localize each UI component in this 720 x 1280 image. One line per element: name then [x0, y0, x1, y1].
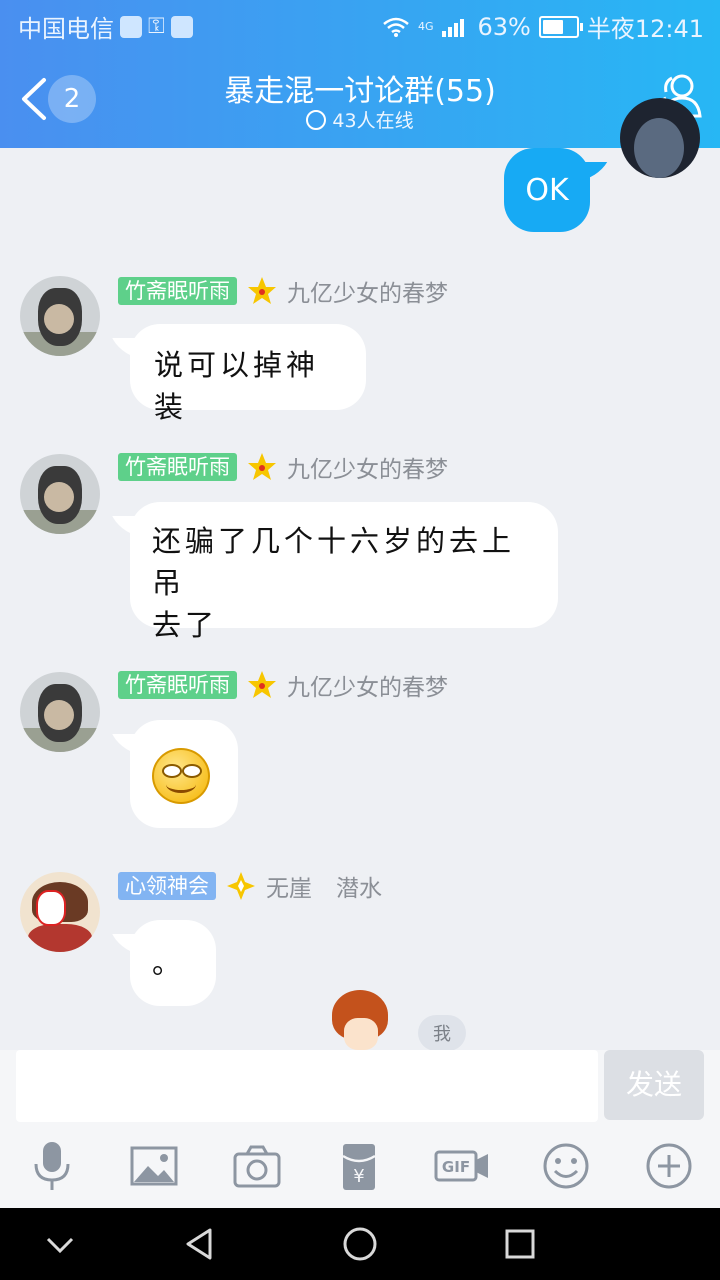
signal-icon	[442, 18, 465, 37]
member-role: 潜水	[336, 876, 382, 902]
sender-avatar[interactable]	[20, 454, 100, 534]
sender-avatar[interactable]	[20, 872, 100, 952]
online-count-label: 43人在线	[332, 110, 414, 132]
message-input[interactable]	[16, 1050, 598, 1122]
diamond-star-icon	[227, 872, 255, 900]
clock: 半夜12:41	[586, 15, 704, 43]
nav-recents-icon[interactable]	[500, 1224, 540, 1264]
status-bar: 中国电信 ⚿ 4G 63% 半夜12:41	[0, 0, 720, 50]
sender-info: 竹斋眠听雨 九亿少女的春梦	[118, 450, 448, 484]
camera-icon[interactable]	[229, 1138, 285, 1194]
battery-percent: 63%	[477, 12, 531, 41]
battery-fill	[542, 19, 563, 34]
microphone-icon[interactable]	[24, 1138, 80, 1194]
sender-avatar[interactable]	[20, 276, 100, 356]
red-packet-icon[interactable]: ¥	[331, 1138, 387, 1194]
message-text: 说可以掉神装	[154, 348, 320, 424]
member-title-tag: 竹斋眠听雨	[118, 671, 237, 699]
hide-keyboard-icon[interactable]	[40, 1224, 80, 1264]
composer: 发送 ¥ GIF	[0, 1050, 720, 1208]
star-icon	[248, 453, 276, 480]
chat-mascot-sticker[interactable]	[326, 988, 396, 1050]
key-icon: ⚿	[148, 14, 165, 39]
sender-nickname[interactable]: 无崖	[266, 869, 312, 903]
message-line: 还骗了几个十六岁的去上吊	[152, 524, 516, 600]
battery-icon	[538, 15, 583, 38]
network-type: 4G	[417, 20, 434, 33]
plus-icon[interactable]	[641, 1138, 697, 1194]
star-icon	[248, 671, 276, 698]
sender-nickname[interactable]: 九亿少女的春梦	[287, 274, 448, 308]
svg-text:¥: ¥	[353, 1166, 364, 1187]
message-bubble[interactable]: 说可以掉神装	[130, 324, 366, 424]
nav-home-icon[interactable]	[340, 1224, 380, 1264]
emoji-icon[interactable]	[538, 1138, 594, 1194]
sender-avatar[interactable]	[20, 672, 100, 752]
message-bubble[interactable]: 。	[130, 920, 216, 1006]
message-text: 。	[152, 946, 186, 980]
chevron-down-icon	[306, 110, 327, 130]
smirk-emoji-icon	[152, 748, 210, 804]
my-avatar[interactable]	[620, 98, 700, 178]
system-nav-bar	[0, 1208, 720, 1280]
message-text: OK	[525, 173, 569, 208]
online-count[interactable]: 43人在线	[0, 106, 720, 133]
svg-text:GIF: GIF	[442, 1158, 470, 1176]
member-title-tag: 竹斋眠听雨	[118, 453, 237, 481]
message-line: 去了	[152, 608, 219, 642]
sender-info: 竹斋眠听雨 九亿少女的春梦	[118, 274, 448, 308]
message-text: 还骗了几个十六岁的去上吊 去了	[130, 502, 558, 664]
notification-app-icon-2	[170, 15, 193, 38]
star-icon	[248, 277, 276, 304]
wifi-icon	[383, 17, 409, 37]
me-tag: 我	[418, 1015, 466, 1051]
message-bubble[interactable]: 还骗了几个十六岁的去上吊 去了	[130, 502, 558, 642]
gif-icon[interactable]: GIF	[434, 1138, 490, 1194]
member-title-tag: 心领神会	[118, 872, 216, 900]
nav-back-icon[interactable]	[180, 1224, 220, 1264]
group-title[interactable]: 暴走混一讨论群(55)	[0, 66, 720, 110]
sender-nickname[interactable]: 九亿少女的春梦	[287, 450, 448, 484]
notification-app-icon	[120, 15, 142, 38]
sender-nickname[interactable]: 九亿少女的春梦	[287, 668, 448, 702]
carrier-label: 中国电信	[18, 15, 114, 43]
my-message-bubble[interactable]: OK	[504, 148, 590, 232]
send-button[interactable]: 发送	[604, 1050, 704, 1120]
message-bubble[interactable]	[130, 720, 238, 828]
member-title-tag: 竹斋眠听雨	[118, 277, 237, 305]
sender-info: 心领神会 无崖 潜水	[118, 869, 382, 903]
chat-header: 中国电信 ⚿ 4G 63% 半夜12:41 2 暴走混一讨论群(55) 43人在…	[0, 0, 720, 148]
sender-info: 竹斋眠听雨 九亿少女的春梦	[118, 668, 448, 702]
image-icon[interactable]	[126, 1138, 182, 1194]
